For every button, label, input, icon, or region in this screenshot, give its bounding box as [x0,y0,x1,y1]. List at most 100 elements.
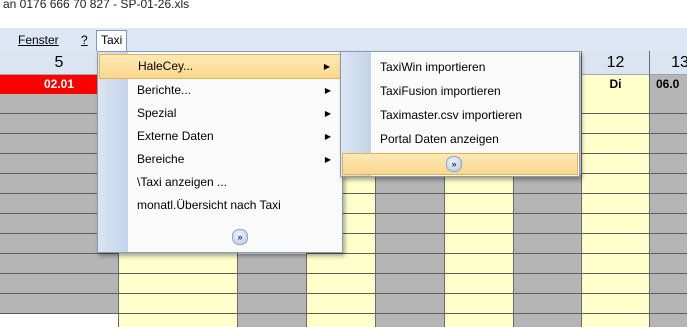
grid-cell[interactable] [445,314,513,327]
menu-help-label: ? [81,33,88,47]
grid-cell[interactable] [514,214,581,234]
grid-cell[interactable] [650,274,687,294]
menu-item-halecey[interactable]: HaleCey... ▶ [99,54,341,79]
grid-cell[interactable] [376,254,444,274]
grid-cell[interactable] [514,174,581,194]
grid-cell[interactable] [514,254,581,274]
grid-cell[interactable] [582,214,649,234]
grid-cell[interactable] [582,154,649,174]
menu-taxi[interactable]: Taxi [96,30,128,51]
grid-cell[interactable] [238,254,306,274]
grid-cell[interactable] [650,94,687,114]
grid-cell[interactable] [376,294,444,314]
menu-help[interactable]: ? [78,32,91,48]
grid-cell[interactable] [514,194,581,214]
grid-cell[interactable] [582,94,649,114]
grid-cell[interactable] [238,294,306,314]
grid-cell[interactable] [445,174,513,194]
grid-cell[interactable] [650,134,687,154]
grid-cell[interactable] [514,314,581,327]
menu-item-label: \Taxi anzeigen ... [137,175,228,189]
grid-cell[interactable] [514,294,581,314]
menu-item-taxi-anzeigen[interactable]: \Taxi anzeigen ... [99,171,341,194]
title-bar: an 0176 666 70 827 - SP-01-26.xls [0,0,687,28]
menu-item-taxiwin-importieren[interactable]: TaxiWin importieren [342,56,578,79]
date-cell-col13[interactable]: 06.0 [650,75,687,94]
menu-item-label: Bereiche [137,152,185,166]
grid-cell[interactable] [445,254,513,274]
menu-item-bereiche[interactable]: Bereiche ▶ [99,148,341,171]
grid-cell[interactable] [376,174,444,194]
grid-cell[interactable] [650,314,687,327]
grid-cell[interactable] [650,174,687,194]
grid-cell[interactable] [650,154,687,174]
grid-cell[interactable] [238,274,306,294]
grid-cell[interactable] [307,254,375,274]
menu-item-externe-daten[interactable]: Externe Daten ▶ [99,125,341,148]
date-cell-col12[interactable]: Di [582,75,649,94]
grid-cell[interactable] [650,294,687,314]
column-12[interactable]: 12 Di [582,51,650,327]
grid-cell[interactable] [0,274,118,294]
grid-cell[interactable] [119,314,237,327]
menu-item-label: HaleCey... [138,59,194,73]
menu-item-label: Taximaster.csv importieren [380,108,523,122]
grid-cell[interactable] [582,274,649,294]
grid-cell[interactable] [445,294,513,314]
grid-cell[interactable] [238,314,306,327]
menu-fenster[interactable]: Fenster [15,32,62,48]
grid-cell[interactable] [650,114,687,134]
grid-cell[interactable] [376,214,444,234]
grid-cell[interactable] [0,254,118,274]
grid-cell[interactable] [307,314,375,327]
menu-taxi-label: Taxi [101,33,123,47]
chevron-double-down-icon[interactable]: » [446,156,462,172]
halecey-submenu: TaxiWin importieren TaxiFusion importier… [340,51,580,177]
menu-item-spezial[interactable]: Spezial ▶ [99,102,341,125]
grid-cell[interactable] [119,294,237,314]
grid-cell[interactable] [0,294,118,314]
submenu-arrow-icon: ▶ [324,132,331,141]
grid-cell[interactable] [514,234,581,254]
grid-cell[interactable] [582,254,649,274]
grid-cell[interactable] [582,134,649,154]
grid-cell[interactable] [445,214,513,234]
grid-cell[interactable] [376,234,444,254]
grid-cell[interactable] [650,254,687,274]
column-header-13[interactable]: 13 [650,51,687,75]
grid-cell[interactable] [650,214,687,234]
menu-item-berichte[interactable]: Berichte... ▶ [99,79,341,102]
menu-item-label: Berichte... [137,83,192,97]
column-13[interactable]: 13 06.0 [650,51,687,327]
menu-item-monatl-uebersicht[interactable]: monatl.Übersicht nach Taxi [99,194,341,217]
grid-cell[interactable] [650,234,687,254]
grid-cell[interactable] [582,234,649,254]
submenu-expand-row[interactable]: » [342,153,578,175]
menu-item-label: TaxiFusion importieren [380,84,501,98]
menu-bar: Fenster ? Taxi [0,28,687,52]
menu-item-taxifusion-importieren[interactable]: TaxiFusion importieren [342,80,578,103]
menu-item-label: TaxiWin importieren [380,60,486,74]
grid-cell[interactable] [582,114,649,134]
grid-cell[interactable] [376,314,444,327]
grid-cell[interactable] [582,314,649,327]
grid-cell[interactable] [119,274,237,294]
grid-cell[interactable] [307,294,375,314]
grid-cell[interactable] [445,274,513,294]
grid-cell[interactable] [514,274,581,294]
grid-cell[interactable] [307,274,375,294]
grid-cell[interactable] [445,194,513,214]
menu-item-taximaster-importieren[interactable]: Taximaster.csv importieren [342,104,578,127]
grid-cell[interactable] [119,254,237,274]
grid-cell[interactable] [650,194,687,214]
grid-cell[interactable] [376,194,444,214]
submenu-arrow-icon: ▶ [323,62,330,71]
menu-item-portal-daten-anzeigen[interactable]: Portal Daten anzeigen [342,128,578,151]
grid-cell[interactable] [582,194,649,214]
chevron-double-down-icon[interactable]: » [232,229,248,245]
grid-cell[interactable] [582,294,649,314]
grid-cell[interactable] [582,174,649,194]
column-header-12[interactable]: 12 [582,51,649,75]
grid-cell[interactable] [445,234,513,254]
grid-cell[interactable] [376,274,444,294]
